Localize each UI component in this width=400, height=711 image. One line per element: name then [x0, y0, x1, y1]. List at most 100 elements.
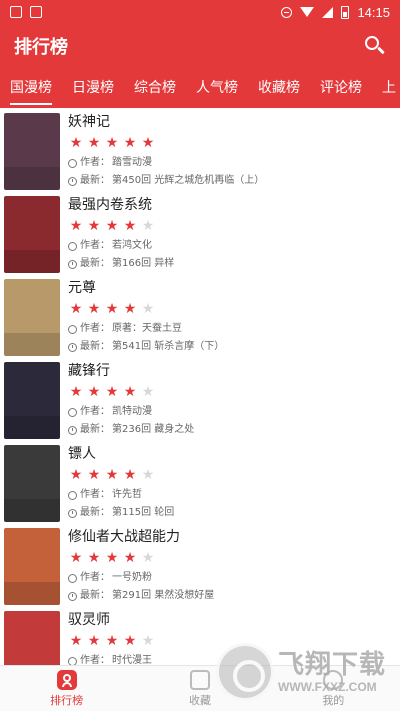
tab-pinglun[interactable]: 评论榜	[310, 68, 372, 108]
star-icon: ★	[69, 633, 83, 649]
latest-row: 最新： 第450回 光辉之城危机再临（上）	[68, 172, 264, 190]
latest-row: 最新： 第115回 轮回	[68, 504, 174, 522]
comic-title: 镖人	[68, 446, 96, 462]
star-rating: ★ ★ ★ ★ ★	[68, 215, 174, 237]
star-icon: ★	[69, 135, 83, 151]
star-icon: ★	[105, 135, 119, 151]
star-rating: ★ ★ ★ ★ ★	[68, 547, 214, 569]
clock-icon	[68, 425, 77, 435]
author-icon	[68, 407, 77, 417]
author-row: 作者： 一号奶粉	[68, 569, 214, 587]
comic-cover[interactable]	[4, 279, 60, 356]
watermark-text: 飞翔下载	[278, 650, 387, 680]
comic-cover[interactable]	[4, 196, 60, 273]
clock-icon	[68, 591, 77, 601]
star-rating: ★ ★ ★ ★ ★	[68, 298, 224, 320]
comic-title: 修仙者大战超能力	[68, 529, 180, 545]
image-notification-icon	[30, 6, 42, 18]
star-icon: ★	[69, 467, 83, 483]
star-icon: ★	[87, 301, 101, 317]
star-icon: ★	[123, 633, 137, 649]
author-icon	[68, 158, 77, 168]
star-icon: ★	[123, 550, 137, 566]
star-icon: ★	[69, 218, 83, 234]
star-icon: ★	[87, 135, 101, 151]
author-row: 作者： 踏雪动漫	[68, 154, 264, 172]
star-icon: ★	[105, 384, 119, 400]
watermark-logo	[216, 643, 274, 701]
star-icon: ★	[87, 550, 101, 566]
list-item[interactable]: 镖人 ★ ★ ★ ★ ★ 作者： 许先哲 最新： 第115回 轮回	[0, 442, 400, 525]
star-rating: ★ ★ ★ ★ ★	[68, 464, 174, 486]
list-item[interactable]: 修仙者大战超能力 ★ ★ ★ ★ ★ 作者： 一号奶粉 最新： 第291回 果然没想好屋	[0, 525, 400, 608]
nav-ranking[interactable]: 排行榜	[0, 666, 133, 711]
star-icon: ★	[105, 550, 119, 566]
watermark: 飞翔下载 WWW.FXXZ.COM	[216, 640, 388, 704]
latest-row: 最新： 第541回 斩杀言摩（下）	[68, 338, 224, 356]
comic-title: 最强内卷系统	[68, 197, 152, 213]
latest-chapter: 第541回 斩杀言摩（下）	[112, 341, 225, 352]
star-icon: ★	[141, 135, 155, 151]
author-name: 一号奶粉	[112, 572, 152, 583]
star-icon: ★	[123, 301, 137, 317]
author-name: 许先哲	[112, 489, 142, 500]
search-icon[interactable]	[364, 35, 386, 57]
comic-list: 妖神记 ★ ★ ★ ★ ★ 作者： 踏雪动漫 最新： 第450回 光辉之城危机再临（上） 最…	[0, 110, 400, 665]
author-row: 作者： 时代漫王	[68, 652, 156, 665]
notification-icon	[10, 6, 22, 18]
author-icon	[68, 656, 77, 665]
tab-zonghe[interactable]: 综合榜	[124, 68, 186, 108]
tab-more[interactable]: 上	[372, 68, 400, 108]
comic-title: 妖神记	[68, 114, 110, 130]
author-icon	[68, 490, 77, 500]
star-icon: ★	[87, 218, 101, 234]
list-item[interactable]: 藏锋行 ★ ★ ★ ★ ★ 作者： 凯特动漫 最新： 第236回 藏身之处	[0, 359, 400, 442]
latest-chapter: 第236回 藏身之处	[112, 424, 195, 435]
tab-renqi[interactable]: 人气榜	[186, 68, 248, 108]
latest-row: 最新： 第291回 果然没想好屋	[68, 587, 214, 605]
comic-cover[interactable]	[4, 445, 60, 522]
star-icon: ★	[123, 467, 137, 483]
star-icon: ★	[141, 301, 155, 317]
watermark-url: WWW.FXXZ.COM	[278, 680, 377, 694]
comic-title: 藏锋行	[68, 363, 110, 379]
author-name: 踏雪动漫	[112, 157, 152, 168]
author-icon	[68, 241, 77, 251]
comic-cover[interactable]	[4, 611, 60, 665]
star-icon: ★	[87, 633, 101, 649]
tab-guoman[interactable]: 国漫榜	[0, 68, 62, 108]
comic-cover[interactable]	[4, 362, 60, 439]
star-icon: ★	[141, 550, 155, 566]
category-tabs: 国漫榜 日漫榜 综合榜 人气榜 收藏榜 评论榜 上	[0, 68, 400, 108]
comic-cover[interactable]	[4, 528, 60, 605]
star-icon: ★	[123, 384, 137, 400]
latest-row: 最新： 第236回 藏身之处	[68, 421, 194, 439]
star-icon: ★	[123, 135, 137, 151]
star-icon: ★	[69, 384, 83, 400]
star-icon: ★	[105, 633, 119, 649]
star-icon: ★	[141, 218, 155, 234]
star-icon: ★	[141, 384, 155, 400]
list-item[interactable]: 最强内卷系统 ★ ★ ★ ★ ★ 作者： 若鸿文化 最新： 第166回 异样	[0, 193, 400, 276]
tab-shoucang[interactable]: 收藏榜	[248, 68, 310, 108]
author-row: 作者： 许先哲	[68, 486, 174, 504]
star-icon: ★	[105, 467, 119, 483]
latest-row: 最新： 第166回 异样	[68, 255, 174, 273]
latest-chapter: 第166回 异样	[112, 258, 175, 269]
star-rating: ★ ★ ★ ★ ★	[68, 381, 194, 403]
author-icon	[68, 324, 77, 334]
star-icon: ★	[123, 218, 137, 234]
comic-cover[interactable]	[4, 113, 60, 190]
tab-riman[interactable]: 日漫榜	[62, 68, 124, 108]
latest-chapter: 第115回 轮回	[112, 507, 175, 518]
list-item[interactable]: 元尊 ★ ★ ★ ★ ★ 作者： 原著：天蚕土豆 最新： 第541回 斩杀言摩（下）	[0, 276, 400, 359]
status-bar: 14:15	[0, 0, 400, 24]
latest-chapter: 第450回 光辉之城危机再临（上）	[112, 175, 265, 186]
do-not-disturb-icon	[281, 6, 293, 18]
nav-favorites-label: 收藏	[188, 693, 211, 707]
clock-icon	[68, 342, 77, 352]
author-name: 若鸿文化	[112, 240, 152, 251]
ranking-icon	[56, 669, 77, 690]
list-item[interactable]: 妖神记 ★ ★ ★ ★ ★ 作者： 踏雪动漫 最新： 第450回 光辉之城危机再临（上）	[0, 110, 400, 193]
latest-chapter: 第291回 果然没想好屋	[112, 590, 215, 601]
